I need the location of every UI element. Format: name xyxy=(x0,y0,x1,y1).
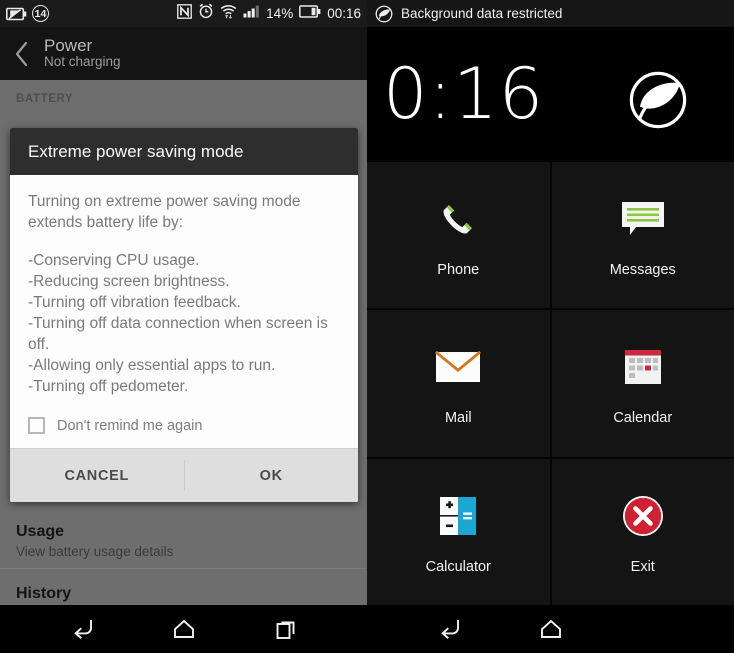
settings-title-group: Power Not charging xyxy=(44,36,121,70)
device-screenshot: 14 14% 00:16 Background data restricted … xyxy=(0,0,734,653)
dialog-body: Turning on extreme power saving mode ext… xyxy=(10,175,358,402)
dont-remind-checkbox[interactable] xyxy=(28,417,45,435)
launcher-clock: 0:16 xyxy=(383,52,545,135)
launcher-tile-label: Exit xyxy=(630,558,655,575)
dialog-title: Extreme power saving mode xyxy=(28,142,244,161)
battery-icon xyxy=(299,4,321,23)
settings-row-usage-title: Usage xyxy=(16,523,65,540)
nfc-icon xyxy=(177,3,193,24)
status-bar-left: 14 14% 00:16 xyxy=(0,0,367,27)
extreme-power-saving-launcher: 0:16 Phone Messages Mail Calendar Calcul… xyxy=(367,27,734,605)
recents-icon[interactable] xyxy=(255,605,317,653)
dont-remind-label: Don't remind me again xyxy=(57,417,203,434)
eco-leaf-icon xyxy=(375,5,393,23)
settings-action-bar: Power Not charging xyxy=(0,27,367,80)
mail-envelope-icon xyxy=(434,340,482,394)
launcher-tile-calendar[interactable]: Calendar xyxy=(551,310,734,457)
status-bar-right: Background data restricted xyxy=(367,0,734,27)
extreme-power-saving-dialog: Extreme power saving mode Turning on ext… xyxy=(10,128,359,503)
dialog-header: Extreme power saving mode xyxy=(10,128,358,175)
eco-leaf-icon xyxy=(627,69,689,131)
page-title: Power xyxy=(44,36,93,56)
navigation-bar-left xyxy=(0,605,367,653)
background-data-restricted-label: Background data restricted xyxy=(401,6,563,21)
launcher-tile-calculator[interactable]: Calculator xyxy=(367,458,550,605)
dialog-benefit-item: -Turning off data connection when screen… xyxy=(28,314,328,354)
phone-handset-icon xyxy=(435,192,481,246)
launcher-tile-label: Calendar xyxy=(613,410,673,427)
dialog-benefit-item: -Turning off vibration feedback. xyxy=(28,293,241,311)
launcher-clock-bar: 0:16 xyxy=(367,27,734,160)
settings-row-usage-subtitle: View battery usage details xyxy=(16,544,174,559)
dont-remind-row[interactable]: Don't remind me again xyxy=(10,401,358,449)
status-bar: 14 14% 00:16 Background data restricted xyxy=(0,0,734,27)
status-bar-left-icons: 14 xyxy=(6,5,49,22)
dialog-button-bar: CANCEL OK xyxy=(10,448,359,503)
launcher-tile-label: Phone xyxy=(437,262,480,279)
launcher-tile-exit[interactable]: Exit xyxy=(551,458,734,605)
launcher-tile-label: Calculator xyxy=(425,558,491,575)
calendar-icon xyxy=(623,340,663,394)
settings-row-history-title: History xyxy=(16,585,72,602)
message-bubble-icon xyxy=(619,192,667,246)
exit-close-icon xyxy=(621,489,665,543)
home-icon[interactable] xyxy=(520,605,582,653)
status-bar-left-right-icons: 14% 00:16 xyxy=(177,0,361,27)
battery-percent-label: 14% xyxy=(266,6,294,21)
launcher-tile-messages[interactable]: Messages xyxy=(551,162,734,309)
wifi-data-icon xyxy=(220,4,237,24)
dialog-intro-text: Turning on extreme power saving mode ext… xyxy=(28,193,301,232)
dialog-benefit-list: -Conserving CPU usage. -Reducing screen … xyxy=(28,250,340,398)
battery-eco-icon xyxy=(6,7,27,21)
back-icon[interactable] xyxy=(419,605,481,653)
back-chevron-icon[interactable] xyxy=(0,27,44,80)
calculator-icon xyxy=(437,489,479,543)
settings-row-history[interactable]: History xyxy=(0,574,367,605)
cell-signal-icon xyxy=(243,4,260,23)
navigation-bar xyxy=(0,605,734,653)
status-bar-clock: 00:16 xyxy=(327,6,361,21)
launcher-tile-label: Messages xyxy=(609,262,676,279)
dialog-benefit-item: -Conserving CPU usage. xyxy=(28,251,200,269)
section-header-battery: BATTERY xyxy=(16,93,74,105)
back-icon[interactable] xyxy=(52,605,114,653)
launcher-tile-mail[interactable]: Mail xyxy=(367,310,550,457)
dialog-benefit-item: -Turning off pedometer. xyxy=(28,378,189,396)
page-subtitle: Not charging xyxy=(44,54,121,70)
settings-row-usage[interactable]: Usage View battery usage details xyxy=(0,512,367,569)
cancel-button[interactable]: CANCEL xyxy=(10,449,184,502)
dialog-benefit-item: -Allowing only essential apps to run. xyxy=(28,357,276,375)
alarm-clock-icon xyxy=(198,3,214,24)
ok-button[interactable]: OK xyxy=(185,449,359,502)
notification-count-badge: 14 xyxy=(32,5,49,22)
launcher-tile-label: Mail xyxy=(444,410,472,427)
launcher-app-grid: Phone Messages Mail Calendar Calculator … xyxy=(367,160,734,605)
home-icon[interactable] xyxy=(153,605,215,653)
navigation-bar-right xyxy=(367,605,734,653)
dialog-benefit-item: -Reducing screen brightness. xyxy=(28,272,230,290)
launcher-tile-phone[interactable]: Phone xyxy=(367,162,550,309)
